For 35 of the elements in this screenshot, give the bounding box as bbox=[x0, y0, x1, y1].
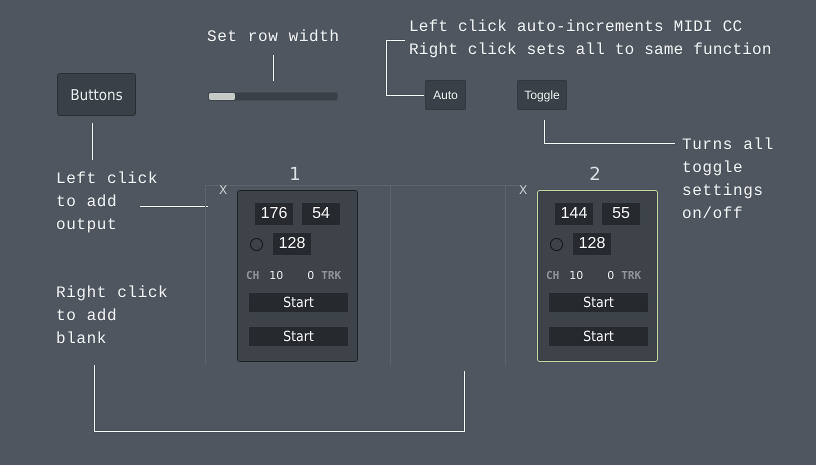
track-label: TRK bbox=[321, 269, 342, 282]
velocity-field[interactable]: 128 bbox=[573, 233, 611, 255]
channel-value[interactable]: 10 bbox=[269, 269, 284, 282]
annotation-text: Right click to add blank bbox=[56, 283, 168, 350]
velocity-field[interactable]: 128 bbox=[273, 233, 311, 255]
annotation-text: Left click auto-increments MIDI CC Right click sets all to same function bbox=[409, 17, 772, 61]
midi-unit-panel[interactable]: 144 55 128 CH 10 0 TRK Start Start bbox=[537, 190, 658, 362]
annotation-text: Left click to add output bbox=[56, 169, 158, 236]
value-field[interactable]: 55 bbox=[602, 203, 640, 225]
track-value[interactable]: 0 bbox=[307, 269, 322, 282]
midi-unit-panel[interactable]: 176 54 128 CH 10 0 TRK Start Start bbox=[237, 190, 358, 362]
track-value[interactable]: 0 bbox=[607, 269, 622, 282]
buttons-button[interactable]: Buttons bbox=[57, 73, 136, 116]
cc-field[interactable]: 144 bbox=[555, 203, 593, 225]
auto-button[interactable]: Auto bbox=[425, 80, 466, 110]
start-button[interactable]: Start bbox=[549, 327, 648, 346]
channel-label: CH bbox=[546, 269, 560, 282]
circle-icon[interactable] bbox=[550, 238, 563, 250]
channel-label: CH bbox=[246, 269, 260, 282]
cc-field[interactable]: 176 bbox=[255, 203, 293, 225]
start-button[interactable]: Start bbox=[249, 327, 348, 346]
channel-value[interactable]: 10 bbox=[569, 269, 584, 282]
unit-number: 1 bbox=[288, 164, 302, 185]
unit-number: 2 bbox=[588, 164, 602, 185]
start-button[interactable]: Start bbox=[249, 293, 348, 312]
value-field[interactable]: 54 bbox=[302, 203, 340, 225]
start-button[interactable]: Start bbox=[549, 293, 648, 312]
toggle-button[interactable]: Toggle bbox=[517, 80, 567, 110]
remove-unit-button[interactable]: X bbox=[219, 183, 228, 197]
row-width-slider[interactable] bbox=[208, 92, 338, 101]
remove-unit-button[interactable]: X bbox=[519, 183, 528, 197]
annotation-text: Set row width bbox=[207, 27, 340, 48]
annotation-text: Turns all toggle settings on/off bbox=[682, 135, 774, 225]
track-label: TRK bbox=[621, 269, 642, 282]
circle-icon[interactable] bbox=[250, 238, 263, 250]
